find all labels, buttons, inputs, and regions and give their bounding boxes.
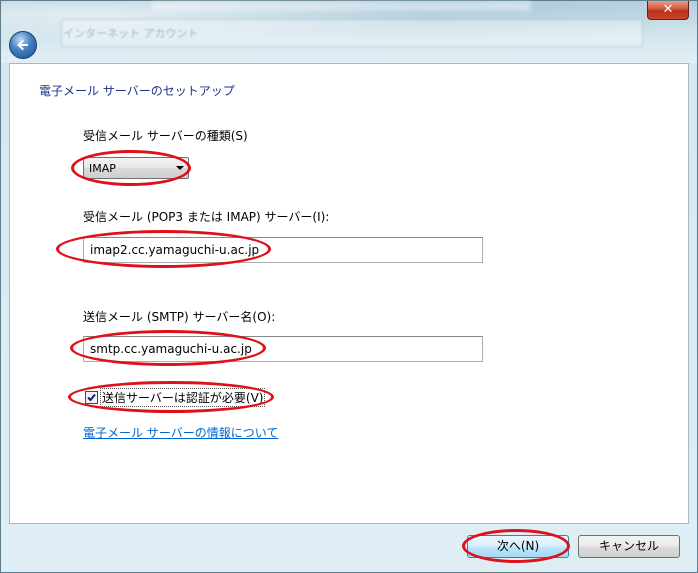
incoming-type-label: 受信メール サーバーの種類(S) [83, 129, 248, 143]
chevron-down-icon [176, 166, 184, 170]
back-button[interactable] [9, 31, 37, 59]
outgoing-server-label: 送信メール (SMTP) サーバー名(O): [83, 310, 276, 324]
next-button[interactable]: 次へ(N) [467, 535, 569, 558]
incoming-server-value: imap2.cc.yamaguchi-u.ac.jp [90, 243, 260, 257]
dialog-window: インターネット アカウント ✕ 電子メール サーバーのセットアップ 受信メール … [0, 0, 698, 573]
incoming-type-value: IMAP [89, 162, 116, 175]
background-window-blur [151, 1, 531, 11]
server-info-link[interactable]: 電子メール サーバーの情報について [83, 424, 278, 441]
background-window-title: インターネット アカウント [63, 27, 199, 40]
incoming-server-label: 受信メール (POP3 または IMAP) サーバー(I): [83, 210, 330, 224]
title-bar: インターネット アカウント [1, 1, 697, 63]
page-title: 電子メール サーバーのセットアップ [39, 84, 235, 98]
checkmark-icon [87, 393, 96, 402]
auth-required-label[interactable]: 送信サーバーは認証が必要(V) [99, 388, 266, 407]
auth-required-checkbox[interactable] [85, 391, 98, 404]
cancel-button[interactable]: キャンセル [578, 535, 680, 558]
incoming-server-input[interactable]: imap2.cc.yamaguchi-u.ac.jp [83, 237, 483, 263]
incoming-type-select[interactable]: IMAP [83, 157, 189, 179]
outgoing-server-value: smtp.cc.yamaguchi-u.ac.jp [90, 342, 252, 356]
back-arrow-icon [17, 39, 28, 51]
outgoing-server-input[interactable]: smtp.cc.yamaguchi-u.ac.jp [83, 336, 483, 362]
close-button[interactable]: ✕ [647, 1, 689, 20]
